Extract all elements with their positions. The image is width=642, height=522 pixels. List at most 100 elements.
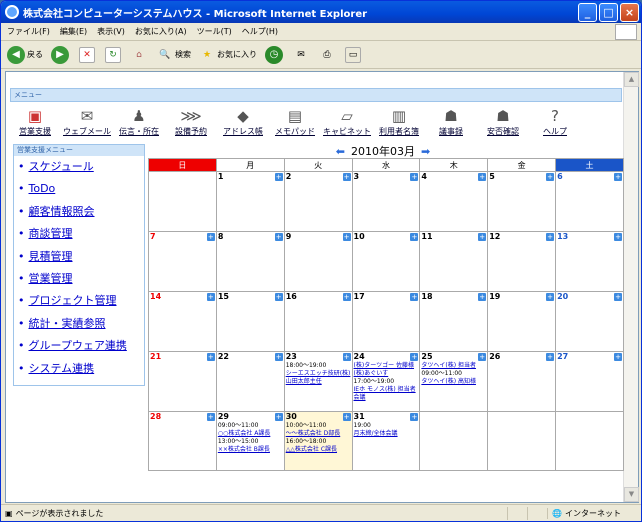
- menu-item-1[interactable]: ✉ ウェブメール: [63, 106, 111, 137]
- add-event-icon[interactable]: +: [410, 293, 419, 301]
- event-link[interactable]: タツヘイ(株) 担当者: [421, 362, 487, 370]
- add-event-icon[interactable]: +: [274, 353, 283, 361]
- scrollbar[interactable]: ▲ ▼: [623, 72, 639, 502]
- sidebar-item[interactable]: • 統計・実績参照: [18, 313, 144, 335]
- add-event-icon[interactable]: +: [410, 233, 419, 241]
- edit-button[interactable]: ▭: [345, 46, 363, 63]
- home-button[interactable]: ⌂: [131, 47, 149, 63]
- sidebar-item[interactable]: • 商談管理: [18, 223, 144, 245]
- menu-1[interactable]: 編集(E): [60, 26, 87, 37]
- add-event-icon[interactable]: +: [410, 413, 419, 421]
- add-event-icon[interactable]: +: [478, 173, 487, 181]
- calendar-day[interactable]: 24 + (株)ターツゴー 佐藤様 (株)あぐいす 17:00～19:00 IEホ モノス…: [351, 351, 421, 412]
- forward-button[interactable]: ▶: [51, 45, 71, 64]
- history-button[interactable]: ◷: [265, 45, 285, 64]
- menu-item-7[interactable]: ▥ 利用者名簿: [378, 106, 420, 137]
- add-event-icon[interactable]: +: [546, 173, 555, 181]
- calendar-day[interactable]: [487, 411, 557, 471]
- add-event-icon[interactable]: +: [410, 353, 419, 361]
- calendar-day[interactable]: 31 +19:00 月末締/全体会議: [351, 411, 421, 471]
- next-month-icon[interactable]: ➡: [421, 145, 430, 158]
- calendar-day[interactable]: 3 +: [351, 171, 421, 232]
- event-link[interactable]: タツヘイ(株) 高知様: [421, 378, 487, 386]
- mail-button[interactable]: ✉: [293, 47, 311, 63]
- add-event-icon[interactable]: +: [342, 233, 351, 241]
- scroll-up-icon[interactable]: ▲: [624, 72, 639, 87]
- stop-button[interactable]: ✕: [79, 46, 97, 63]
- menu-0[interactable]: ファイル(F): [7, 26, 50, 37]
- maximize-button[interactable]: □: [599, 2, 618, 22]
- calendar-day[interactable]: 19 +: [487, 291, 557, 352]
- calendar-day[interactable]: [148, 171, 217, 232]
- calendar-day[interactable]: 23 +18:00～19:00 シーエスエッチ技研(株)山田太郎主任: [283, 351, 353, 412]
- calendar-day[interactable]: 27 +: [555, 351, 624, 412]
- sidebar-item[interactable]: • システム連携: [18, 358, 144, 380]
- calendar-day[interactable]: [555, 411, 624, 471]
- add-event-icon[interactable]: +: [342, 173, 351, 181]
- calendar-day[interactable]: 30 +10:00～11:00 ～～株式会社 D部長 16:00～18:00 △△株式会…: [283, 411, 353, 471]
- calendar-day[interactable]: 21 +: [148, 351, 217, 412]
- calendar-day[interactable]: 7 +: [148, 231, 217, 292]
- add-event-icon[interactable]: +: [206, 353, 215, 361]
- menu-item-0[interactable]: ▣ 営業支援: [14, 106, 56, 137]
- add-event-icon[interactable]: +: [342, 353, 351, 361]
- add-event-icon[interactable]: +: [274, 173, 283, 181]
- calendar-day[interactable]: 11 +: [419, 231, 489, 292]
- calendar-day[interactable]: 16 +: [283, 291, 353, 352]
- add-event-icon[interactable]: +: [614, 353, 622, 361]
- menu-item-3[interactable]: ⋙ 設備予約: [170, 106, 212, 137]
- menu-item-9[interactable]: ☗ 安否確認: [482, 106, 524, 137]
- calendar-day[interactable]: 5 +: [487, 171, 557, 232]
- add-event-icon[interactable]: +: [206, 293, 215, 301]
- back-button[interactable]: ◀ 戻る: [7, 45, 43, 64]
- sidebar-item[interactable]: • ToDo: [18, 178, 144, 200]
- event-link[interactable]: (株)ターツゴー 佐藤様: [353, 362, 419, 370]
- calendar-day[interactable]: 13 +: [555, 231, 624, 292]
- calendar-day[interactable]: 20 +: [555, 291, 624, 352]
- add-event-icon[interactable]: +: [274, 413, 283, 421]
- print-button[interactable]: ⎙: [319, 47, 337, 63]
- calendar-day[interactable]: 9 +: [283, 231, 353, 292]
- sidebar-item[interactable]: • グループウェア連携: [18, 335, 144, 357]
- event-link[interactable]: 月末締/全体会議: [353, 430, 419, 438]
- add-event-icon[interactable]: +: [342, 413, 351, 421]
- event-link[interactable]: (株)あぐいす: [353, 370, 419, 378]
- calendar-day[interactable]: 2 +: [283, 171, 353, 232]
- event-link[interactable]: IEホ モノス(株) 担当者会議: [353, 386, 419, 402]
- calendar-day[interactable]: [419, 411, 489, 471]
- add-event-icon[interactable]: +: [274, 233, 283, 241]
- event-link[interactable]: ××株式会社 B課長: [217, 446, 283, 454]
- calendar-day[interactable]: 18 +: [419, 291, 489, 352]
- menu-2[interactable]: 表示(V): [97, 26, 125, 37]
- calendar-day[interactable]: 15 +: [215, 291, 285, 352]
- event-link[interactable]: シーエスエッチ技研(株)山田太郎主任: [285, 370, 351, 386]
- prev-month-icon[interactable]: ⬅: [336, 145, 345, 158]
- calendar-day[interactable]: 28 +: [148, 411, 217, 471]
- calendar-day[interactable]: 10 +: [351, 231, 421, 292]
- add-event-icon[interactable]: +: [478, 233, 487, 241]
- sidebar-item[interactable]: • スケジュール: [18, 156, 144, 178]
- sidebar-item[interactable]: • 見積管理: [18, 246, 144, 268]
- sidebar-item[interactable]: • プロジェクト管理: [18, 290, 144, 312]
- add-event-icon[interactable]: +: [342, 293, 351, 301]
- menu-item-8[interactable]: ☗ 議事録: [430, 106, 472, 137]
- add-event-icon[interactable]: +: [478, 353, 487, 361]
- calendar-day[interactable]: 26 +: [487, 351, 557, 412]
- calendar-day[interactable]: 12 +: [487, 231, 557, 292]
- add-event-icon[interactable]: +: [546, 293, 555, 301]
- event-link[interactable]: ～～株式会社 D部長: [285, 430, 351, 438]
- add-event-icon[interactable]: +: [614, 173, 622, 181]
- calendar-day[interactable]: 8 +: [215, 231, 285, 292]
- menu-item-6[interactable]: ▱ キャビネット: [323, 106, 371, 137]
- minimize-button[interactable]: _: [578, 2, 597, 22]
- menu-item-2[interactable]: ♟ 伝言・所在: [118, 106, 160, 137]
- favorites-button[interactable]: ★ お気に入り: [199, 47, 257, 63]
- calendar-day[interactable]: 17 +: [351, 291, 421, 352]
- add-event-icon[interactable]: +: [274, 293, 283, 301]
- event-link[interactable]: ○○株式会社 A課長: [217, 430, 283, 438]
- add-event-icon[interactable]: +: [614, 293, 622, 301]
- calendar-day[interactable]: 25 + タツヘイ(株) 担当者 09:00～11:00 タツヘイ(株) 高知様: [419, 351, 489, 412]
- calendar-day[interactable]: 1 +: [215, 171, 285, 232]
- calendar-day[interactable]: 29 +09:00～11:00 ○○株式会社 A課長 13:00～15:00 ××株式会…: [215, 411, 285, 471]
- calendar-day[interactable]: 6 +: [555, 171, 624, 232]
